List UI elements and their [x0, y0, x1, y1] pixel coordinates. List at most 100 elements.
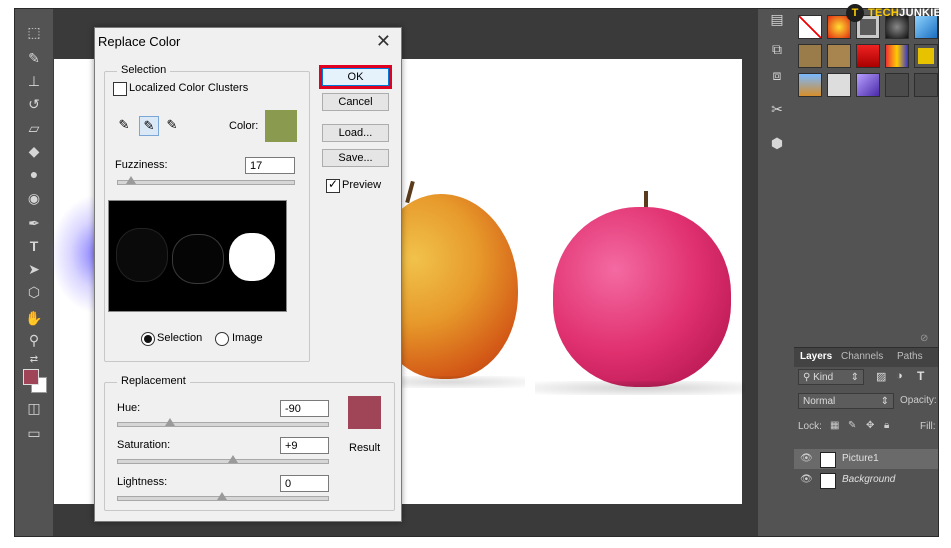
- type-icon[interactable]: T: [24, 237, 44, 255]
- style-swatch[interactable]: [914, 44, 938, 68]
- blend-mode-select[interactable]: Normal ⇕: [798, 393, 894, 409]
- history-panel-icon[interactable]: ▤: [768, 11, 786, 29]
- style-swatch[interactable]: [827, 44, 851, 68]
- layer-thumbnail: [820, 473, 836, 489]
- kind-filter-select[interactable]: ⚲ Kind ⇕: [798, 369, 864, 385]
- lock-pixels-icon[interactable]: ✎: [848, 420, 856, 431]
- dodge-icon[interactable]: ◉: [24, 189, 44, 207]
- right-panels: ⊘ Layers Channels Paths ⚲ Kind ⇕ ▨ ◑ T No…: [794, 9, 938, 536]
- tools-preset-icon[interactable]: ✂: [768, 101, 786, 119]
- shape-icon[interactable]: ⬡: [24, 283, 44, 301]
- layer-row-background[interactable]: 👁︎ Background: [794, 470, 938, 490]
- hue-input[interactable]: -90: [280, 400, 329, 417]
- pen-icon[interactable]: ✒: [24, 214, 44, 232]
- style-swatch[interactable]: [885, 44, 909, 68]
- saturation-slider-track[interactable]: [117, 459, 329, 464]
- saturation-slider-thumb[interactable]: [227, 455, 238, 463]
- cancel-button[interactable]: Cancel: [322, 93, 389, 111]
- image-filter-icon[interactable]: ▨: [876, 370, 886, 383]
- no-style-icon[interactable]: ⊘: [920, 333, 928, 344]
- lock-all-icon[interactable]: 🔒︎: [884, 420, 889, 431]
- fuzziness-slider-thumb[interactable]: [126, 176, 137, 184]
- pink-apple-image: [553, 207, 731, 387]
- eraser-icon[interactable]: ▱: [24, 119, 44, 137]
- paint-bucket-icon[interactable]: ◆: [24, 142, 44, 160]
- selection-preview: [108, 200, 287, 312]
- clone-stamp-icon[interactable]: ⊥: [24, 72, 44, 90]
- selection-group: Selection Localized Color Clusters ✎ ✎ ✎…: [104, 64, 310, 362]
- tab-channels[interactable]: Channels: [841, 351, 883, 362]
- hue-slider-thumb[interactable]: [164, 418, 175, 426]
- style-swatch[interactable]: [798, 73, 822, 97]
- eyedropper-icon[interactable]: ✎: [115, 116, 133, 134]
- style-swatch[interactable]: [827, 73, 851, 97]
- selection-group-label: Selection: [117, 64, 171, 76]
- screen-mode-icon[interactable]: ▭: [24, 424, 44, 442]
- apple-mask-shape: [173, 235, 223, 283]
- ok-button[interactable]: OK: [322, 68, 389, 86]
- zoom-icon[interactable]: ⚲: [24, 331, 44, 349]
- history-brush-icon[interactable]: ↺: [24, 95, 44, 113]
- saturation-input[interactable]: +9: [280, 437, 329, 454]
- copy-source-icon[interactable]: ⧉: [768, 41, 786, 59]
- lock-position-icon[interactable]: ✥: [866, 420, 874, 431]
- tools-panel: ⬚ ✎ ⊥ ↺ ▱ ◆ ● ◉ ✒ T ➤ ⬡ ✋ ⚲ ⇄ ◫ ▭: [15, 9, 54, 536]
- load-button[interactable]: Load...: [322, 124, 389, 142]
- hand-icon[interactable]: ✋: [24, 309, 44, 327]
- hue-slider-track[interactable]: [117, 422, 329, 427]
- layer-thumbnail: [820, 452, 836, 468]
- style-swatch[interactable]: [856, 44, 880, 68]
- style-swatch[interactable]: [856, 73, 880, 97]
- actions-panel-icon[interactable]: ⧈: [768, 67, 786, 85]
- eyedropper-plus-icon[interactable]: ✎: [139, 116, 159, 136]
- lightness-label: Lightness:: [117, 476, 168, 488]
- apple-mask-shape: [117, 229, 167, 281]
- result-color-swatch[interactable]: [348, 396, 381, 429]
- chevron-updown-icon: ⇕: [850, 372, 859, 383]
- replacement-group-label: Replacement: [117, 375, 190, 387]
- saturation-label: Saturation:: [117, 439, 171, 451]
- type-filter-icon[interactable]: T: [917, 369, 924, 383]
- swap-colors-icon[interactable]: ⇄: [24, 351, 44, 369]
- healing-brush-icon[interactable]: ✎: [24, 49, 44, 67]
- lightness-slider-thumb[interactable]: [217, 492, 227, 500]
- quick-mask-icon[interactable]: ◫: [24, 399, 44, 417]
- eye-icon[interactable]: 👁︎: [800, 449, 813, 469]
- image-radio[interactable]: [215, 332, 229, 346]
- style-swatch[interactable]: [798, 15, 822, 39]
- replacement-group: Replacement Hue: -90 Saturation: +9 Ligh…: [104, 375, 395, 511]
- logo-text: TECHJUNKIE: [868, 7, 941, 19]
- marquee-icon[interactable]: ⬚: [24, 23, 44, 41]
- blur-icon[interactable]: ●: [24, 165, 44, 183]
- selection-radio[interactable]: [141, 332, 155, 346]
- adjustment-filter-icon[interactable]: ◑: [896, 370, 903, 382]
- style-swatch[interactable]: [885, 73, 909, 97]
- eyedropper-minus-icon[interactable]: ✎: [163, 116, 181, 134]
- fuzziness-slider-track[interactable]: [117, 180, 295, 185]
- fuzziness-input[interactable]: 17: [245, 157, 295, 174]
- eye-icon[interactable]: 👁︎: [800, 470, 813, 490]
- layers-panel-tabs: Layers Channels Paths: [794, 347, 938, 368]
- lightness-input[interactable]: 0: [280, 475, 329, 492]
- 3d-panel-icon[interactable]: ⬢: [768, 135, 786, 153]
- style-swatch[interactable]: [914, 73, 938, 97]
- style-swatch[interactable]: [798, 44, 822, 68]
- foreground-color-swatch[interactable]: [23, 369, 39, 385]
- selection-color-swatch[interactable]: [265, 110, 297, 142]
- path-selection-icon[interactable]: ➤: [24, 260, 44, 278]
- lock-transparent-icon[interactable]: ▦: [830, 420, 839, 431]
- apple-partial-image: [50, 194, 98, 314]
- chevron-updown-icon: ⇕: [880, 396, 889, 407]
- techjunkie-logo: T TECHJUNKIE: [846, 2, 941, 24]
- logo-text-prefix: TECH: [868, 7, 900, 19]
- localized-color-clusters-checkbox[interactable]: [113, 82, 127, 96]
- preview-checkbox[interactable]: [326, 177, 340, 193]
- close-icon[interactable]: ✕: [376, 31, 391, 52]
- tab-layers[interactable]: Layers: [800, 351, 832, 362]
- layer-row-picture1[interactable]: 👁︎ Picture1: [794, 449, 938, 469]
- save-button[interactable]: Save...: [322, 149, 389, 167]
- panel-dock: ▤ ⧉ ⧈ ✂ ⬢: [757, 9, 795, 536]
- preview-label: Preview: [342, 179, 382, 191]
- layer-name: Picture1: [842, 453, 879, 464]
- tab-paths[interactable]: Paths: [897, 351, 923, 362]
